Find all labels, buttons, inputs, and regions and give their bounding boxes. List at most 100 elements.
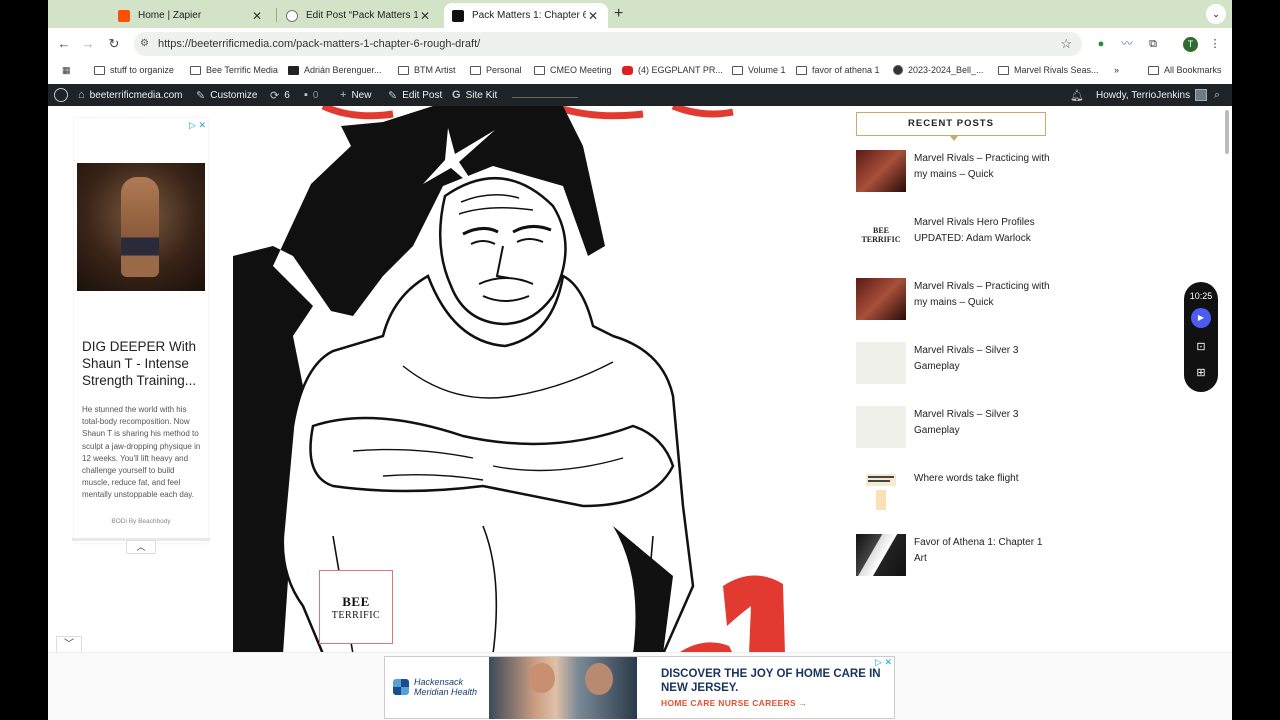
tab-separator — [276, 8, 277, 22]
folder-icon — [998, 65, 1009, 75]
ad-cta-link[interactable]: HOME CARE NURSE CAREERS → — [661, 698, 807, 708]
notifications-bell-icon[interactable]: 🔔︎ — [1070, 89, 1089, 102]
bookmark-all-bookmarks[interactable]: All Bookmarks — [1148, 65, 1222, 75]
chevron-down-icon[interactable]: ﹀ — [56, 636, 82, 652]
chevron-up-icon[interactable]: ︿ — [126, 540, 156, 554]
plus-icon: + — [340, 89, 347, 101]
close-icon[interactable]: ✕ — [250, 9, 264, 23]
heading-notch — [950, 136, 958, 141]
bookmark-marvel-rivals[interactable]: Marvel Rivals Seas... — [998, 65, 1099, 75]
wordpress-icon — [286, 9, 298, 22]
recent-post-item[interactable]: BEE TERRIFIC Marvel Rivals Hero Profiles … — [856, 214, 1076, 258]
ad-headline[interactable]: DIG DEEPER With Shaun T - Intense Streng… — [82, 338, 204, 389]
address-bar[interactable]: ⚙ https://beeterrificmedia.com/pack-matt… — [134, 32, 1082, 56]
brush-icon: ✎ — [196, 90, 206, 102]
recent-post-item[interactable]: Favor of Athena 1: Chapter 1 Art — [856, 534, 1076, 578]
post-thumbnail[interactable] — [856, 342, 906, 384]
vertical-scrollbar[interactable] — [1225, 110, 1229, 154]
recent-post-item[interactable]: Marvel Rivals – Practicing with my mains… — [856, 150, 1076, 194]
site-info-icon[interactable]: ⚙ — [140, 38, 149, 49]
grammarly-icon[interactable]: ● — [1094, 37, 1108, 51]
post-thumbnail[interactable] — [856, 470, 906, 512]
left-sidebar-ad[interactable]: ▷ ✕ DIG DEEPER With Shaun T - Intense St… — [74, 118, 208, 543]
tab-search-icon[interactable]: ⌄ — [1206, 4, 1226, 24]
admin-search-icon[interactable]: ⌕ — [1214, 89, 1225, 102]
recent-post-item[interactable]: Where words take flight — [856, 470, 1076, 514]
bookmark-add-icon[interactable]: ⊞ — [1193, 366, 1209, 379]
adchoices-icon[interactable]: ▷ ✕ — [189, 120, 206, 131]
admin-updates[interactable]: ⟳ 6 — [270, 89, 290, 102]
post-title-link[interactable]: Marvel Rivals Hero Profiles UPDATED: Ada… — [914, 215, 1054, 246]
post-thumbnail[interactable] — [856, 278, 906, 320]
post-thumbnail[interactable] — [856, 150, 906, 192]
admin-customize[interactable]: ✎ Customize — [196, 89, 257, 102]
admin-site-link[interactable]: ⌂ beeterrificmedia.com — [78, 89, 182, 101]
play-icon[interactable]: ▶ — [1191, 308, 1211, 328]
comic-illustration — [233, 106, 785, 656]
profile-avatar[interactable]: T — [1183, 37, 1198, 52]
back-icon[interactable]: ← — [56, 36, 72, 51]
reload-icon[interactable]: ↻ — [106, 36, 122, 52]
post-thumbnail[interactable] — [856, 534, 906, 576]
bottom-banner-ad[interactable]: Hackensack Meridian Health DISCOVER THE J… — [384, 656, 895, 719]
recent-post-item[interactable]: Marvel Rivals – Silver 3 Gameplay — [856, 406, 1076, 450]
browser-window: Home | Zapier ✕ Edit Post “Pack Matters … — [48, 0, 1232, 720]
site-kit-sparkline — [512, 93, 578, 98]
bookmark-btm-artist[interactable]: BTM Artist — [398, 65, 456, 75]
new-tab-icon[interactable]: + — [614, 5, 623, 23]
extensions-icon[interactable]: ⧉ — [1146, 37, 1160, 51]
tab-zapier[interactable]: Home | Zapier ✕ — [110, 3, 272, 28]
post-title-link[interactable]: Marvel Rivals – Silver 3 Gameplay — [914, 407, 1054, 438]
recent-post-item[interactable]: Marvel Rivals – Practicing with my mains… — [856, 278, 1076, 322]
audio-wave-icon[interactable]: 〰 — [1120, 37, 1134, 51]
bookmark-stuff-to-organize[interactable]: stuff to organize — [94, 65, 174, 75]
tab-edit-post[interactable]: Edit Post “Pack Matters 1: Ch ✕ — [278, 3, 440, 28]
page-content: ▷ ✕ DIG DEEPER With Shaun T - Intense St… — [48, 106, 1232, 720]
comment-icon: ▪ — [304, 89, 308, 101]
folder-icon — [94, 65, 105, 75]
bookmark-bell[interactable]: 2023-2024_Bell_... — [893, 65, 984, 75]
ad-photo[interactable] — [489, 657, 637, 719]
hackensack-mark-icon — [393, 679, 409, 695]
admin-site-kit[interactable]: G Site Kit — [452, 89, 497, 101]
bookmark-personal[interactable]: Personal — [470, 65, 522, 75]
bookmark-star-icon[interactable]: ☆ — [1060, 36, 1072, 52]
close-icon[interactable]: ✕ — [586, 9, 600, 23]
bookmarks-bar: ▦ stuff to organize Bee Terrific Media A… — [48, 60, 1232, 84]
post-title-link[interactable]: Marvel Rivals – Practicing with my mains… — [914, 279, 1054, 310]
admin-account[interactable]: Howdy, TerrioJenkins — [1096, 89, 1208, 101]
bookmark-volume-1[interactable]: Volume 1 — [732, 65, 786, 75]
screenshot-icon[interactable]: ⊡ — [1193, 340, 1209, 353]
bee-terrific-icon — [452, 9, 464, 22]
youtube-icon — [622, 65, 633, 75]
ad-image[interactable] — [77, 163, 205, 291]
post-title-link[interactable]: Marvel Rivals – Practicing with my mains… — [914, 151, 1054, 182]
ad-source[interactable]: BODi By Beachbody — [74, 518, 208, 525]
admin-new[interactable]: + New — [340, 89, 371, 101]
close-icon[interactable]: ✕ — [418, 9, 432, 23]
tab-strip: Home | Zapier ✕ Edit Post “Pack Matters … — [48, 0, 1232, 28]
post-title-link[interactable]: Where words take flight — [914, 471, 1054, 487]
admin-edit-post[interactable]: ✎ Edit Post — [388, 89, 442, 102]
folder-icon — [732, 65, 743, 75]
more-bookmarks-icon[interactable]: » — [1114, 65, 1119, 75]
hackensack-logo: Hackensack Meridian Health — [393, 677, 477, 697]
tab-pack-matters[interactable]: Pack Matters 1: Chapter 6 (R ✕ — [444, 3, 608, 28]
bookmark-adrian[interactable]: Adrián Berenguer... — [288, 65, 382, 75]
forward-icon[interactable]: → — [80, 36, 96, 51]
menu-icon[interactable]: ⋮ — [1208, 37, 1222, 51]
wordpress-logo-icon[interactable] — [54, 88, 68, 102]
post-thumbnail[interactable] — [856, 406, 906, 448]
post-thumbnail[interactable]: BEE TERRIFIC — [856, 214, 906, 256]
google-icon: G — [452, 89, 461, 101]
post-title-link[interactable]: Favor of Athena 1: Chapter 1 Art — [914, 535, 1054, 566]
bookmark-eggplant[interactable]: (4) EGGPLANT PR... — [622, 65, 723, 75]
admin-comments[interactable]: ▪ 0 — [304, 89, 318, 101]
bookmark-cmeo-meeting[interactable]: CMEO Meeting — [534, 65, 612, 75]
bookmark-favor-of-athena[interactable]: favor of athena 1 — [796, 65, 880, 75]
post-title-link[interactable]: Marvel Rivals – Silver 3 Gameplay — [914, 343, 1054, 374]
apps-grid-icon[interactable]: ▦ — [62, 65, 71, 76]
adchoices-icon[interactable]: ▷ ✕ — [875, 657, 892, 668]
recent-post-item[interactable]: Marvel Rivals – Silver 3 Gameplay — [856, 342, 1076, 386]
bookmark-bee-terrific-media[interactable]: Bee Terrific Media — [190, 65, 278, 75]
